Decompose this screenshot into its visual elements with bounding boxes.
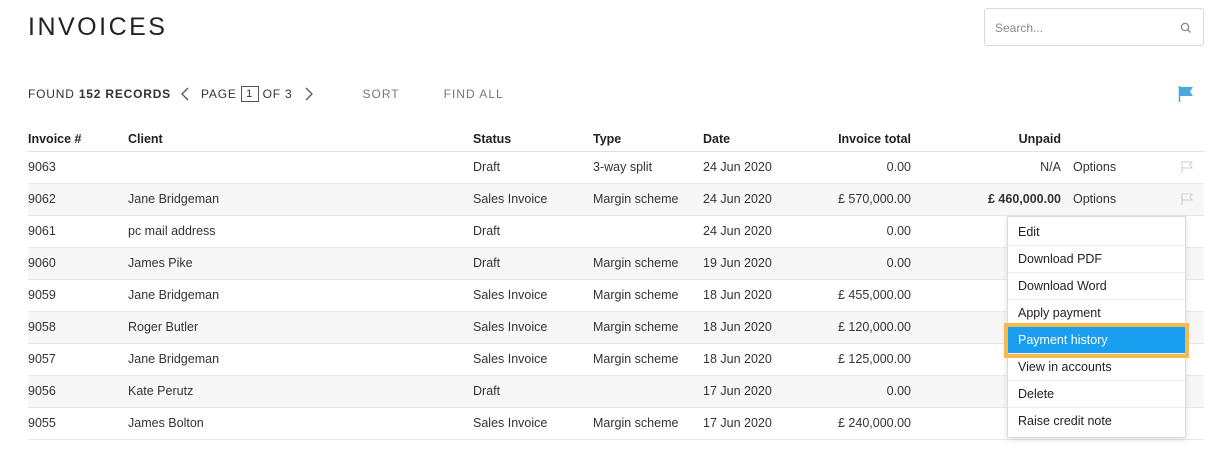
cell-type: Margin scheme	[593, 407, 703, 440]
page-total: OF 3	[262, 87, 293, 101]
cell-client: James Bolton	[128, 407, 473, 440]
column-client[interactable]: Client	[128, 127, 473, 152]
menu-item-edit[interactable]: Edit	[1008, 219, 1185, 246]
row-flag-icon[interactable]	[1180, 160, 1194, 174]
cell-type	[593, 375, 703, 408]
column-status[interactable]: Status	[473, 127, 593, 152]
column-unpaid[interactable]: Unpaid	[911, 127, 1061, 152]
cell-type: Margin scheme	[593, 279, 703, 312]
column-invoice[interactable]: Invoice #	[28, 127, 128, 152]
menu-item-download-pdf[interactable]: Download PDF	[1008, 246, 1185, 273]
page-number-input[interactable]: 1	[240, 86, 259, 102]
search-box[interactable]	[984, 8, 1204, 46]
cell-date: 18 Jun 2020	[703, 311, 798, 344]
cell-invoice-total: 0.00	[798, 215, 911, 248]
column-options	[1061, 127, 1151, 152]
cell-type: Margin scheme	[593, 183, 703, 216]
cell-date: 24 Jun 2020	[703, 151, 798, 184]
row-flag-icon[interactable]	[1180, 192, 1194, 206]
cell-invoice-total: £ 125,000.00	[798, 343, 911, 376]
flag-icon[interactable]	[1177, 85, 1195, 103]
cell-date: 24 Jun 2020	[703, 183, 798, 216]
cell-invoice: 9060	[28, 247, 128, 280]
sort-button[interactable]: SORT	[363, 87, 400, 101]
cell-type: Margin scheme	[593, 343, 703, 376]
page-label: PAGE	[200, 87, 237, 101]
cell-unpaid: £ 460,000.00	[911, 183, 1061, 216]
search-input[interactable]	[995, 18, 1175, 38]
cell-invoice-total: £ 240,000.00	[798, 407, 911, 440]
cell-invoice: 9056	[28, 375, 128, 408]
menu-item-payment-history[interactable]: Payment history	[1004, 323, 1189, 358]
cell-date: 18 Jun 2020	[703, 279, 798, 312]
menu-item-download-word[interactable]: Download Word	[1008, 273, 1185, 300]
cell-client: Jane Bridgeman	[128, 343, 473, 376]
cell-status: Draft	[473, 151, 593, 184]
cell-unpaid: N/A	[911, 151, 1061, 184]
options-dropdown-menu: Edit Download PDF Download Word Apply payme…	[1004, 216, 1189, 438]
cell-invoice: 9062	[28, 183, 128, 216]
cell-client: Jane Bridgeman	[128, 183, 473, 216]
cell-invoice-total: £ 120,000.00	[798, 311, 911, 344]
cell-type	[593, 215, 703, 248]
cell-status: Sales Invoice	[473, 343, 593, 376]
found-count: 152 RECORDS	[78, 87, 171, 101]
cell-status: Sales Invoice	[473, 279, 593, 312]
cell-client: Roger Butler	[128, 311, 473, 344]
cell-date: 19 Jun 2020	[703, 247, 798, 280]
cell-type: Margin scheme	[593, 247, 703, 280]
column-flag	[1151, 127, 1204, 152]
options-link[interactable]: Options	[1061, 151, 1151, 184]
cell-status: Sales Invoice	[473, 183, 593, 216]
cell-flag	[1151, 151, 1204, 184]
cell-client: Jane Bridgeman	[128, 279, 473, 312]
toolbar: FOUND 152 RECORDS PAGE 1 OF 3 SORT FIND …	[28, 86, 504, 102]
cell-invoice: 9055	[28, 407, 128, 440]
records-found: FOUND 152 RECORDS	[28, 87, 171, 101]
cell-client	[128, 151, 473, 184]
column-date[interactable]: Date	[703, 127, 798, 152]
menu-item-raise-credit-note[interactable]: Raise credit note	[1008, 408, 1185, 435]
cell-invoice: 9057	[28, 343, 128, 376]
cell-date: 24 Jun 2020	[703, 215, 798, 248]
cell-status: Sales Invoice	[473, 311, 593, 344]
cell-invoice: 9063	[28, 151, 128, 184]
cell-invoice-total: 0.00	[798, 375, 911, 408]
cell-invoice-total: 0.00	[798, 151, 911, 184]
cell-date: 17 Jun 2020	[703, 375, 798, 408]
cell-invoice: 9061	[28, 215, 128, 248]
cell-invoice-total: £ 455,000.00	[798, 279, 911, 312]
cell-invoice: 9059	[28, 279, 128, 312]
cell-status: Draft	[473, 215, 593, 248]
menu-item-view-in-accounts[interactable]: View in accounts	[1008, 354, 1185, 381]
cell-invoice: 9058	[28, 311, 128, 344]
found-prefix: FOUND	[28, 87, 75, 101]
cell-client: Kate Perutz	[128, 375, 473, 408]
chevron-left-icon[interactable]	[179, 86, 193, 102]
menu-item-delete[interactable]: Delete	[1008, 381, 1185, 408]
options-link[interactable]: Options	[1061, 183, 1151, 216]
cell-date: 18 Jun 2020	[703, 343, 798, 376]
search-icon[interactable]	[1179, 21, 1193, 35]
menu-item-apply-payment[interactable]: Apply payment	[1008, 300, 1185, 327]
chevron-right-icon[interactable]	[301, 86, 315, 102]
table-header-row: Invoice # Client Status Type Date Invoic…	[28, 127, 1204, 152]
cell-type: Margin scheme	[593, 311, 703, 344]
table-row[interactable]: 9063 Draft 3-way split 24 Jun 2020 0.00 N/A Op…	[28, 151, 1204, 184]
cell-status: Draft	[473, 375, 593, 408]
cell-flag	[1151, 183, 1204, 216]
cell-invoice-total: £ 570,000.00	[798, 183, 911, 216]
column-invoice-total[interactable]: Invoice total	[798, 127, 911, 152]
table-row[interactable]: 9062 Jane Bridgeman Sales Invoice Margin sc…	[28, 183, 1204, 216]
cell-client: James Pike	[128, 247, 473, 280]
cell-date: 17 Jun 2020	[703, 407, 798, 440]
page-title: INVOICES	[28, 13, 168, 41]
cell-invoice-total: 0.00	[798, 247, 911, 280]
column-type[interactable]: Type	[593, 127, 703, 152]
cell-status: Draft	[473, 247, 593, 280]
cell-type: 3-way split	[593, 151, 703, 184]
cell-status: Sales Invoice	[473, 407, 593, 440]
cell-client: pc mail address	[128, 215, 473, 248]
find-all-button[interactable]: FIND ALL	[444, 87, 504, 101]
